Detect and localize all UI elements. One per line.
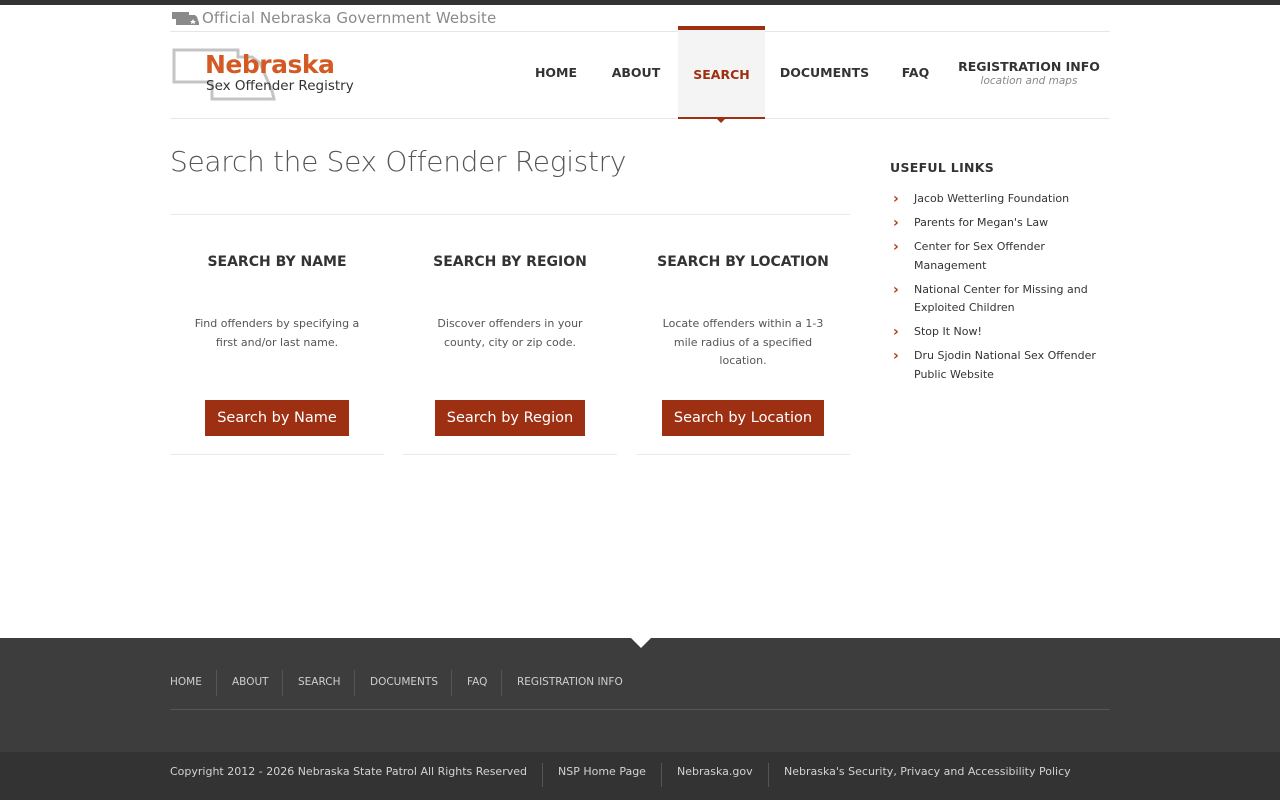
footer-nav-home[interactable]: HOME <box>170 670 202 694</box>
footer-notch-icon <box>631 638 651 648</box>
header-divider <box>170 118 1110 119</box>
search-by-name-heading: SEARCH BY NAME <box>207 254 347 270</box>
footer <box>0 638 1280 752</box>
page-title: Search the Sex Offender Registry <box>170 145 627 178</box>
footer-nav-about[interactable]: ABOUT <box>232 670 269 694</box>
footer-nav-separator <box>501 670 502 696</box>
chevron-right-icon: › <box>893 324 899 340</box>
nav-search-label: SEARCH <box>693 67 750 82</box>
official-website-text: Official Nebraska Government Website <box>202 9 497 27</box>
official-website-bar: Official Nebraska Government Website <box>172 8 496 28</box>
site-logo[interactable]: Nebraska Sex Offender Registry <box>172 47 362 101</box>
search-by-name-panel: SEARCH BY NAME Find offenders by specify… <box>170 240 384 455</box>
search-by-region-panel: SEARCH BY REGION Discover offenders in y… <box>403 240 617 455</box>
title-divider <box>170 214 850 215</box>
footer-nav-faq[interactable]: FAQ <box>467 670 487 694</box>
useful-link-label: Center for Sex Offender Management <box>914 240 1045 272</box>
search-by-name-description: Find offenders by specifying a first and… <box>194 317 360 349</box>
useful-link-label: Parents for Megan's Law <box>914 216 1049 229</box>
chevron-right-icon: › <box>893 191 899 207</box>
search-by-location-panel: SEARCH BY LOCATION Locate offenders with… <box>636 240 850 455</box>
chevron-right-icon: › <box>893 281 899 298</box>
useful-links-title: USEFUL LINKS <box>890 160 995 175</box>
bottom-separator <box>542 763 543 787</box>
nav-documents[interactable]: DOCUMENTS <box>776 26 873 119</box>
footer-nav-separator <box>282 670 283 696</box>
bottom-separator <box>768 763 769 787</box>
useful-link-item[interactable]: › Parents for Megan's Law <box>890 214 1110 233</box>
useful-link-label: Stop It Now! <box>914 325 982 338</box>
search-by-location-description: Locate offenders within a 1-3 mile radiu… <box>662 317 824 367</box>
chevron-right-icon: › <box>893 239 899 255</box>
useful-link-item[interactable]: › Dru Sjodin National Sex Offender Public… <box>890 347 1110 384</box>
nav-about-label: ABOUT <box>611 65 661 80</box>
search-by-region-description: Discover offenders in your county, city … <box>437 317 583 349</box>
search-by-location-heading: SEARCH BY LOCATION <box>657 254 829 270</box>
bottom-separator <box>661 763 662 787</box>
search-by-name-button[interactable]: Search by Name <box>205 400 349 436</box>
footer-nav-registration-info[interactable]: REGISTRATION INFO <box>517 670 623 694</box>
chevron-right-icon: › <box>893 215 899 231</box>
nav-faq-label: FAQ <box>901 65 930 80</box>
search-by-region-button[interactable]: Search by Region <box>435 400 585 436</box>
nav-registration-info[interactable]: REGISTRATION INFO location and maps <box>955 26 1103 119</box>
useful-link-label: National Center for Missing and Exploite… <box>914 282 1088 315</box>
privacy-policy-link[interactable]: Nebraska's Security, Privacy and Accessi… <box>784 764 1071 780</box>
useful-link-label: Jacob Wetterling Foundation <box>914 192 1070 205</box>
nav-home-label: HOME <box>534 65 578 80</box>
search-by-location-button[interactable]: Search by Location <box>662 400 824 436</box>
useful-link-item[interactable]: › Stop It Now! <box>890 323 1110 342</box>
useful-link-item[interactable]: › Jacob Wetterling Foundation <box>890 190 1110 209</box>
nav-about[interactable]: ABOUT <box>603 26 669 119</box>
footer-nav-separator <box>354 670 355 696</box>
nav-home[interactable]: HOME <box>525 26 587 119</box>
footer-nav-separator <box>451 670 452 696</box>
nav-registration-info-label: REGISTRATION INFO <box>958 58 1100 74</box>
logo-subtitle: Sex Offender Registry <box>206 78 354 94</box>
nav-search[interactable]: SEARCH <box>678 26 765 119</box>
footer-nav-search[interactable]: SEARCH <box>298 670 340 694</box>
search-by-region-heading: SEARCH BY REGION <box>433 254 587 270</box>
active-nav-arrow-icon <box>716 118 726 123</box>
nav-documents-label: DOCUMENTS <box>779 65 870 80</box>
nebraska-gov-link[interactable]: Nebraska.gov <box>677 764 753 780</box>
nsp-home-page-link[interactable]: NSP Home Page <box>558 764 646 780</box>
logo-title: Nebraska <box>205 50 335 79</box>
useful-link-item[interactable]: › National Center for Missing and Exploit… <box>890 281 1110 318</box>
copyright-text: Copyright 2012 - 2026 Nebraska State Pat… <box>170 765 527 778</box>
nav-faq[interactable]: FAQ <box>893 26 938 119</box>
nav-registration-info-sublabel: location and maps <box>980 74 1078 87</box>
useful-link-label: Dru Sjodin National Sex Offender Public … <box>914 349 1096 381</box>
footer-nav-separator <box>216 670 217 696</box>
top-bar <box>0 0 1280 5</box>
footer-nav-documents[interactable]: DOCUMENTS <box>370 670 438 694</box>
useful-link-item[interactable]: › Center for Sex Offender Management <box>890 238 1110 275</box>
footer-divider <box>170 709 1110 710</box>
chevron-right-icon: › <box>893 348 899 364</box>
nebraska-state-icon <box>172 12 199 25</box>
useful-links-list: › Jacob Wetterling Foundation › Parents fo… <box>890 190 1110 390</box>
